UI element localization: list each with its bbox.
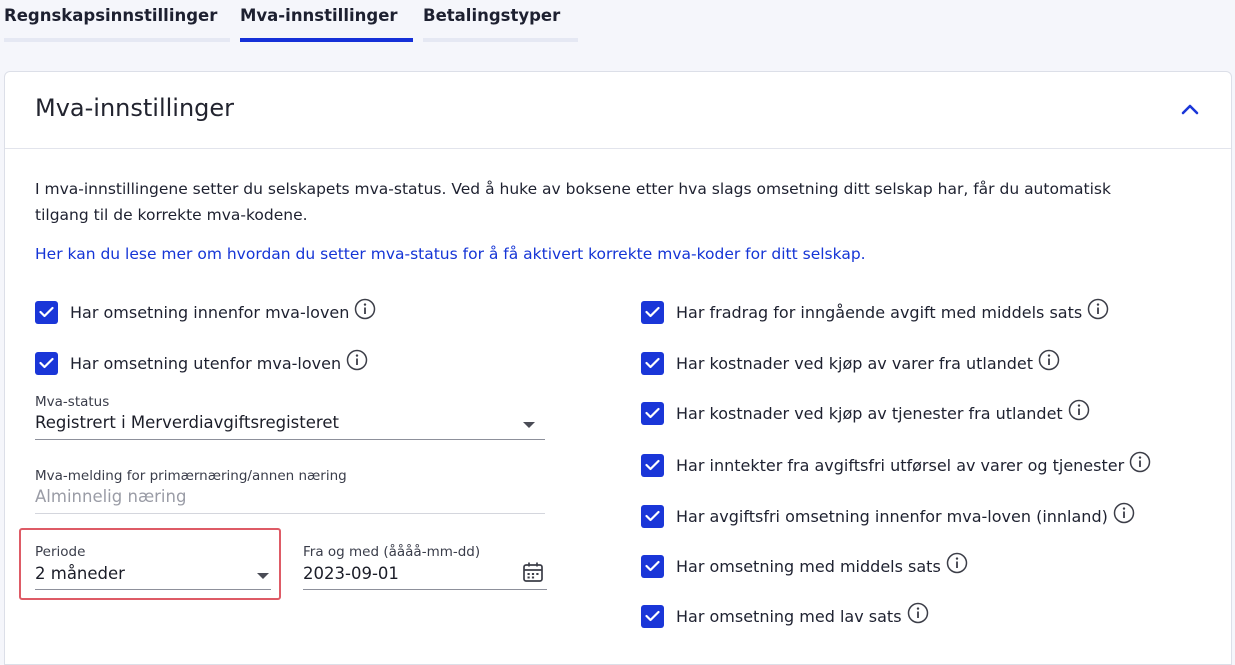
checkmark-icon (39, 306, 54, 318)
tab-indicator (4, 38, 230, 42)
checkbox-label: Har kostnader ved kjøp av varer fra utla… (676, 353, 1034, 373)
select-underline (35, 589, 271, 590)
mva-status-select[interactable]: Mva-status Registrert i Merverdiavgiftsr… (35, 394, 545, 440)
fra-og-med-date-input[interactable]: Fra og med (åååå-mm-dd) 2023-09-01 (303, 544, 547, 590)
tab-indicator (423, 38, 578, 42)
checkbox-row-innenfor-mva: Har omsetning innenfor mva-loven (35, 298, 376, 325)
fra-og-med-value: 2023-09-01 (303, 564, 399, 583)
checkbox-middels-sats[interactable] (641, 554, 664, 578)
mva-status-label: Mva-status (35, 394, 110, 410)
info-icon[interactable] (1087, 298, 1109, 320)
fra-og-med-label: Fra og med (åååå-mm-dd) (303, 544, 481, 560)
info-icon[interactable] (1129, 451, 1151, 473)
checkmark-icon (645, 510, 660, 522)
checkbox-row-kjop-varer-utland: Har kostnader ved kjøp av varer fra utla… (641, 349, 1060, 376)
checkbox-label: Har omsetning med lav sats (676, 606, 902, 626)
checkbox-kjop-tjenester-utland[interactable] (641, 401, 664, 425)
checkmark-icon (39, 357, 54, 369)
checkbox-label: Har omsetning utenfor mva-loven (70, 353, 342, 373)
info-icon[interactable] (946, 552, 968, 574)
tab-bar: Regnskapsinnstillinger Mva-innstillinger… (0, 0, 1235, 42)
checkmark-icon (645, 610, 660, 622)
periode-label: Periode (35, 544, 86, 560)
caret-down-icon (257, 573, 269, 579)
mva-melding-field: Mva-melding for primærnæring/annen nærin… (35, 468, 545, 514)
info-icon[interactable] (1068, 399, 1090, 421)
checkbox-avgiftsfri-utforsel[interactable] (641, 453, 664, 477)
mva-settings-card: Mva-innstillinger I mva-innstillingene s… (4, 71, 1232, 665)
tab-label: Mva-innstillinger (240, 6, 398, 25)
checkbox-row-fradrag-middels: Har fradrag for inngående avgift med mid… (641, 298, 1109, 325)
info-icon[interactable] (1038, 349, 1060, 371)
checkbox-label: Har avgiftsfri omsetning innenfor mva-lo… (676, 506, 1108, 526)
help-link[interactable]: Her kan du lese mer om hvordan du setter… (35, 245, 866, 263)
checkbox-label: Har fradrag for inngående avgift med mid… (676, 302, 1083, 322)
select-underline (35, 439, 545, 440)
checkbox-avgiftsfri-innland[interactable] (641, 504, 664, 528)
checkbox-label: Har omsetning med middels sats (676, 556, 941, 576)
checkmark-icon (645, 306, 660, 318)
checkbox-kjop-varer-utland[interactable] (641, 351, 664, 375)
mva-status-value: Registrert i Merverdiavgiftsregisteret (35, 413, 339, 432)
checkmark-icon (645, 407, 660, 419)
caret-down-icon (523, 422, 535, 428)
checkmark-icon (645, 560, 660, 572)
intro-text: I mva-innstillingene setter du selskapet… (35, 180, 1111, 224)
tab-indicator-active (240, 38, 413, 42)
tab-label: Regnskapsinnstillinger (4, 6, 218, 25)
tab-regnskapsinnstillinger[interactable]: Regnskapsinnstillinger (4, 0, 230, 42)
info-icon[interactable] (1113, 502, 1135, 524)
info-icon[interactable] (907, 602, 929, 624)
checkbox-lav-sats[interactable] (641, 604, 664, 628)
info-icon[interactable] (346, 349, 368, 371)
periode-select[interactable]: Periode 2 måneder (35, 544, 271, 590)
checkbox-row-middels-sats: Har omsetning med middels sats (641, 552, 968, 579)
checkbox-row-kjop-tjenester-utland: Har kostnader ved kjøp av tjenester fra … (641, 399, 1090, 426)
card-title: Mva-innstillinger (35, 94, 235, 122)
collapse-button[interactable] (1177, 96, 1203, 122)
tab-label: Betalingstyper (423, 6, 561, 25)
checkbox-label: Har omsetning innenfor mva-loven (70, 302, 350, 322)
field-underline (35, 513, 545, 514)
tab-betalingstyper[interactable]: Betalingstyper (423, 0, 578, 42)
checkbox-fradrag-middels[interactable] (641, 300, 664, 324)
checkbox-row-lav-sats: Har omsetning med lav sats (641, 602, 929, 629)
mva-melding-label: Mva-melding for primærnæring/annen nærin… (35, 468, 347, 484)
checkbox-row-utenfor-mva: Har omsetning utenfor mva-loven (35, 349, 368, 376)
input-underline (303, 589, 547, 590)
checkmark-icon (645, 357, 660, 369)
tab-mva-innstillinger[interactable]: Mva-innstillinger (240, 0, 413, 42)
info-icon[interactable] (354, 298, 376, 320)
checkbox-label: Har kostnader ved kjøp av tjenester fra … (676, 403, 1063, 423)
checkbox-innenfor-mva[interactable] (35, 300, 58, 324)
checkbox-utenfor-mva[interactable] (35, 351, 58, 375)
calendar-icon[interactable] (522, 561, 544, 587)
checkbox-row-avgiftsfri-utforsel: Har inntekter fra avgiftsfri utførsel av… (641, 451, 1151, 478)
checkbox-label: Har inntekter fra avgiftsfri utførsel av… (676, 455, 1125, 475)
card-header[interactable]: Mva-innstillinger (5, 72, 1231, 149)
chevron-up-icon (1181, 104, 1199, 115)
checkbox-row-avgiftsfri-innland: Har avgiftsfri omsetning innenfor mva-lo… (641, 502, 1135, 529)
checkmark-icon (645, 459, 660, 471)
mva-melding-value: Alminnelig næring (35, 487, 187, 506)
periode-value: 2 måneder (35, 564, 125, 583)
